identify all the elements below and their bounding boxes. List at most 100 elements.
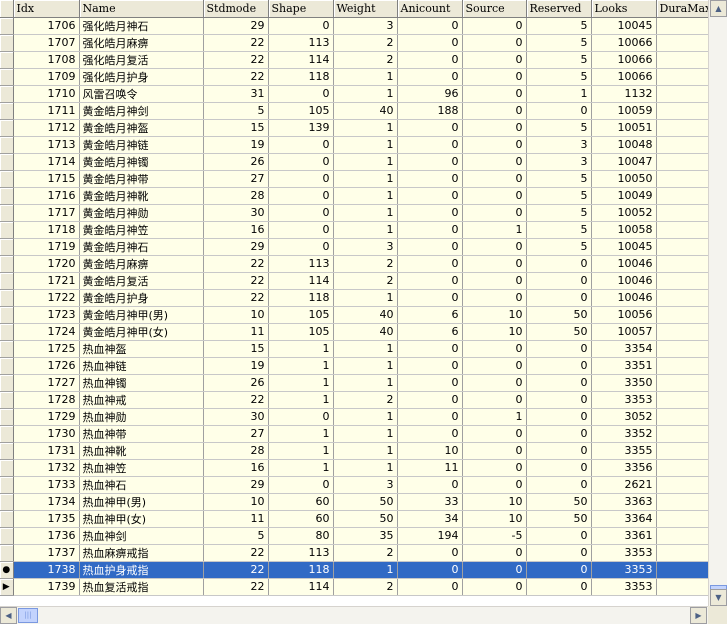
cell-stdmode[interactable]: 22 [203, 289, 269, 307]
cell-stdmode[interactable]: 29 [203, 17, 269, 35]
row-indicator[interactable] [0, 544, 14, 562]
cell-reserved[interactable]: 1 [526, 85, 592, 103]
cell-name[interactable]: 黄金皓月神链 [79, 136, 204, 154]
cell-weight[interactable]: 40 [333, 323, 398, 341]
table-row[interactable]: 1728热血神戒22120003353300 [0, 391, 708, 409]
cell-reserved[interactable]: 0 [526, 442, 592, 460]
cell-idx[interactable]: 1725 [13, 340, 80, 358]
table-row[interactable]: 1709强化皓月护身2211810051006670 [0, 68, 708, 86]
table-row[interactable]: 1724黄金皓月神甲(女)11105406105010057600 [0, 323, 708, 341]
cell-stdmode[interactable]: 11 [203, 323, 269, 341]
row-indicator[interactable] [0, 442, 14, 460]
cell-anicount[interactable]: 0 [397, 425, 463, 443]
cell-source[interactable]: 1 [462, 221, 527, 239]
cell-idx[interactable]: 1732 [13, 459, 80, 477]
cell-looks[interactable]: 10066 [591, 51, 657, 69]
column-header-shape[interactable]: Shape [268, 0, 334, 18]
cell-idx[interactable]: 1717 [13, 204, 80, 222]
cell-name[interactable]: 黄金皓月护身 [79, 289, 204, 307]
cell-source[interactable]: 0 [462, 425, 527, 443]
cell-stdmode[interactable]: 30 [203, 204, 269, 222]
column-header-looks[interactable]: Looks [591, 0, 657, 18]
row-indicator[interactable] [0, 476, 14, 494]
cell-looks[interactable]: 10049 [591, 187, 657, 205]
cell-looks[interactable]: 10066 [591, 68, 657, 86]
cell-anicount[interactable]: 0 [397, 238, 463, 256]
table-row[interactable]: 1718黄金皓月神笠160101510058150 [0, 221, 708, 239]
cell-anicount[interactable]: 0 [397, 357, 463, 375]
cell-reserved[interactable]: 5 [526, 51, 592, 69]
cell-source[interactable]: 10 [462, 323, 527, 341]
cell-idx[interactable]: 1730 [13, 425, 80, 443]
cell-looks[interactable]: 10058 [591, 221, 657, 239]
cell-idx[interactable]: 1716 [13, 187, 80, 205]
cell-duramax[interactable]: 70 [656, 68, 708, 86]
cell-weight[interactable]: 3 [333, 476, 398, 494]
row-indicator[interactable] [0, 374, 14, 392]
cell-source[interactable]: 0 [462, 187, 527, 205]
cell-looks[interactable]: 3353 [591, 544, 657, 562]
cell-anicount[interactable]: 0 [397, 187, 463, 205]
cell-source[interactable]: 0 [462, 561, 527, 579]
cell-reserved[interactable]: 5 [526, 187, 592, 205]
cell-reserved[interactable]: 50 [526, 493, 592, 511]
cell-idx[interactable]: 1712 [13, 119, 80, 137]
cell-name[interactable]: 黄金皓月神笠 [79, 221, 204, 239]
cell-shape[interactable]: 1 [268, 357, 334, 375]
cell-name[interactable]: 强化皓月麻痹 [79, 34, 204, 52]
cell-source[interactable]: 10 [462, 510, 527, 528]
cell-reserved[interactable]: 0 [526, 255, 592, 273]
row-indicator[interactable] [0, 493, 14, 511]
cell-reserved[interactable]: 50 [526, 510, 592, 528]
cell-name[interactable]: 强化皓月神石 [79, 17, 204, 35]
cell-source[interactable]: 0 [462, 442, 527, 460]
cell-anicount[interactable]: 6 [397, 323, 463, 341]
cell-name[interactable]: 风雷召唤令 [79, 85, 204, 103]
cell-idx[interactable]: 1726 [13, 357, 80, 375]
cell-weight[interactable]: 2 [333, 272, 398, 290]
cell-reserved[interactable]: 0 [526, 391, 592, 409]
cell-reserved[interactable]: 0 [526, 102, 592, 120]
cell-looks[interactable]: 3353 [591, 391, 657, 409]
cell-looks[interactable]: 10050 [591, 170, 657, 188]
cell-shape[interactable]: 1 [268, 442, 334, 460]
cell-stdmode[interactable]: 5 [203, 527, 269, 545]
cell-looks[interactable]: 2621 [591, 476, 657, 494]
cell-idx[interactable]: 1707 [13, 34, 80, 52]
cell-duramax[interactable]: 300 [656, 476, 708, 494]
cell-weight[interactable]: 1 [333, 561, 398, 579]
row-indicator[interactable] [0, 204, 14, 222]
cell-weight[interactable]: 1 [333, 119, 398, 137]
row-indicator[interactable] [0, 527, 14, 545]
cell-reserved[interactable]: 0 [526, 544, 592, 562]
cell-source[interactable]: 0 [462, 17, 527, 35]
cell-anicount[interactable]: 0 [397, 136, 463, 154]
cell-duramax[interactable]: 150 [656, 187, 708, 205]
cell-name[interactable]: 黄金皓月神勋 [79, 204, 204, 222]
row-indicator[interactable] [0, 340, 14, 358]
cell-weight[interactable]: 1 [333, 408, 398, 426]
cell-weight[interactable]: 1 [333, 136, 398, 154]
table-row[interactable]: 1715黄金皓月神带270100510050150 [0, 170, 708, 188]
cell-weight[interactable]: 3 [333, 238, 398, 256]
cell-looks[interactable]: 3355 [591, 442, 657, 460]
cell-source[interactable]: 10 [462, 493, 527, 511]
table-row[interactable]: 1733热血神石29030002621300 [0, 476, 708, 494]
cell-weight[interactable]: 1 [333, 68, 398, 86]
cell-reserved[interactable]: 0 [526, 408, 592, 426]
cell-weight[interactable]: 40 [333, 102, 398, 120]
cell-looks[interactable]: 10046 [591, 255, 657, 273]
cell-shape[interactable]: 114 [268, 578, 334, 596]
cell-stdmode[interactable]: 15 [203, 340, 269, 358]
cell-looks[interactable]: 10045 [591, 17, 657, 35]
cell-anicount[interactable]: 0 [397, 17, 463, 35]
cell-name[interactable]: 黄金皓月复活 [79, 272, 204, 290]
row-indicator[interactable] [0, 255, 14, 273]
row-indicator[interactable]: ▶ [0, 578, 14, 596]
horizontal-scroll-thumb[interactable]: ||| [18, 608, 38, 623]
cell-duramax[interactable]: 70 [656, 289, 708, 307]
cell-weight[interactable]: 1 [333, 425, 398, 443]
cell-shape[interactable]: 1 [268, 391, 334, 409]
cell-reserved[interactable]: 0 [526, 561, 592, 579]
cell-duramax[interactable]: 100 [656, 578, 708, 596]
